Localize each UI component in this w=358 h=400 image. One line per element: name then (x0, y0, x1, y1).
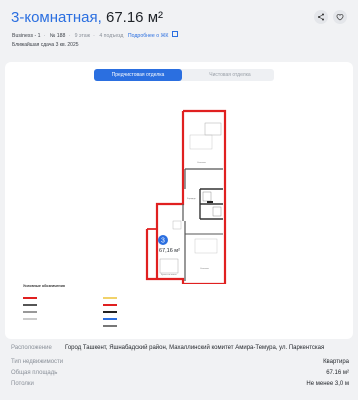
floor-plan-card: Предчистовая отделка Чистовая отделка Сп… (5, 62, 353, 339)
plan-area: 67,16 м² (159, 248, 180, 254)
share-button[interactable] (314, 10, 328, 24)
svg-text:Кухня-гостиная: Кухня-гостиная (161, 274, 177, 276)
share-icon (318, 13, 324, 21)
complex-details-link[interactable]: Подробнее о ЖК (128, 31, 179, 39)
room-number: 3 (161, 238, 165, 245)
floor-label: 9 этаж (74, 32, 91, 39)
legend-item (103, 324, 120, 328)
heart-icon (336, 14, 344, 21)
page-title: 3-комнатная, 67.16 м² (11, 9, 163, 27)
entrance-label: 4 подъезд (99, 32, 124, 39)
detail-row-ceiling: Потолки Не менее 3,0 м (11, 381, 349, 387)
tab-pre-finish[interactable]: Предчистовая отделка (94, 69, 182, 81)
svg-text:Спальня: Спальня (197, 162, 207, 164)
tab-finish[interactable]: Чистовая отделка (186, 69, 274, 81)
external-link-icon (172, 31, 179, 37)
plan-legend: Условные обозначения (17, 284, 317, 334)
legend-item (103, 310, 120, 314)
apartment-meta: Business - 1 · № 188 · 9 этаж · 4 подъезд П… (12, 31, 181, 39)
legend-item (103, 296, 120, 300)
legend-item (23, 303, 40, 307)
finish-tabs: Предчистовая отделка Чистовая отделка (94, 69, 274, 81)
delivery-date: Ближайшая сдача 3 кв. 2025 (12, 42, 79, 48)
area-label: 67.16 м² (105, 9, 163, 26)
svg-text:Коридор: Коридор (187, 198, 196, 200)
svg-text:Спальня: Спальня (200, 268, 210, 270)
favorite-button[interactable] (333, 10, 347, 24)
apartment-number: № 188 (49, 32, 66, 39)
legend-title: Условные обозначения (23, 284, 65, 288)
legend-item (23, 317, 40, 321)
detail-row-location: Расположение Город Ташкент, Яшнабадский … (11, 345, 325, 351)
legend-item (103, 317, 120, 321)
legend-item (23, 310, 40, 314)
page-header: 3-комнатная, 67.16 м² Business - 1 · № 18… (0, 0, 358, 58)
detail-row-type: Тип недвижимости Квартира (11, 359, 349, 365)
legend-item (23, 296, 40, 300)
legend-item (103, 303, 120, 307)
rooms-label: 3-комнатная, (11, 9, 102, 26)
project-name: Business - 1 (12, 32, 41, 39)
floor-plan: Спальня Коридор Спальня Кухня-гостиная 3… (145, 109, 235, 284)
detail-row-area: Общая площадь 67.16 м² (11, 370, 349, 376)
